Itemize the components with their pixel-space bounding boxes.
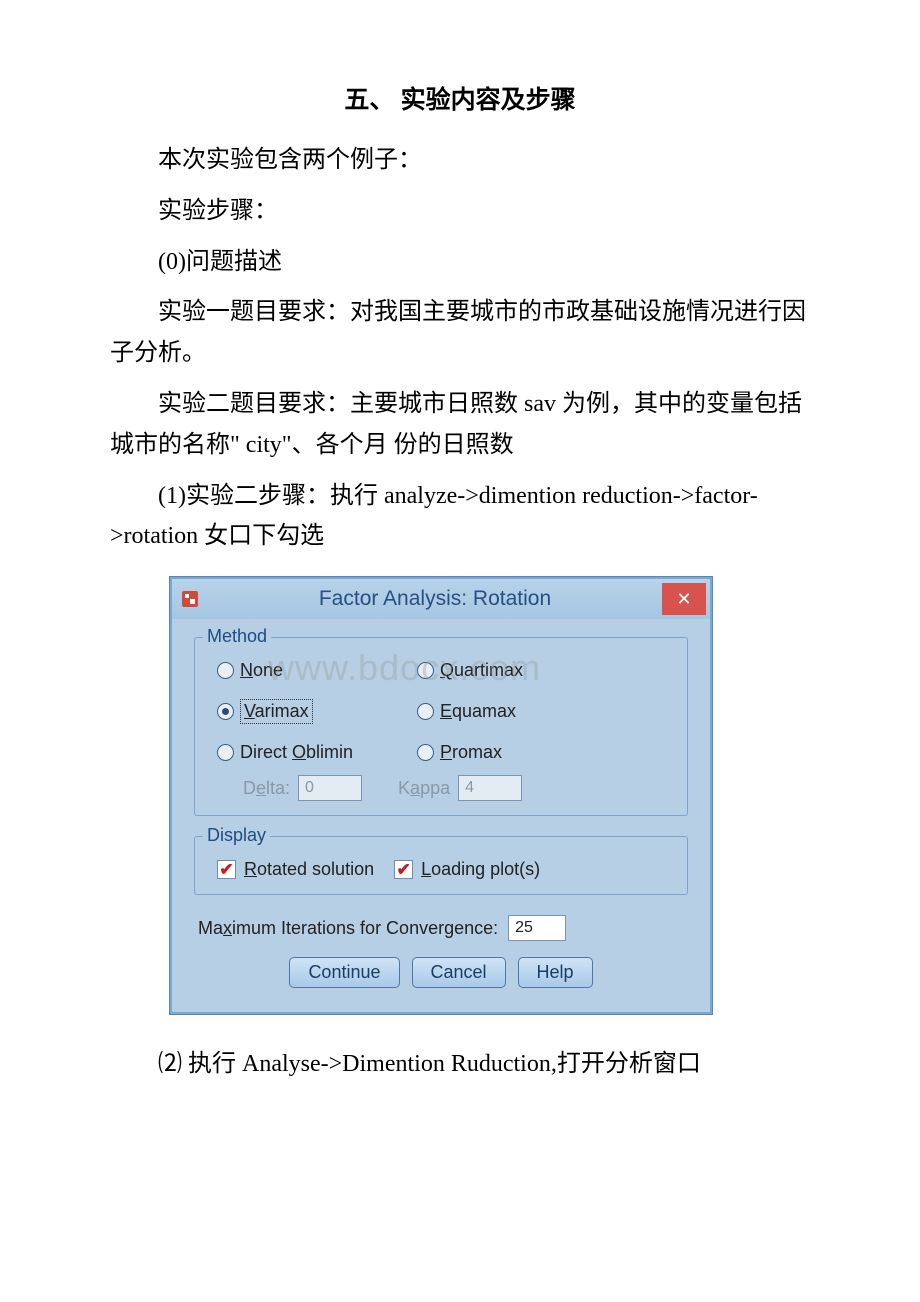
checkbox-label: Rotated solution (244, 859, 374, 880)
radio-direct-oblimin[interactable]: Direct Oblimin (217, 742, 417, 763)
maxiter-label: Maximum Iterations for Convergence: (198, 918, 498, 939)
close-icon: ✕ (676, 589, 691, 610)
cancel-button[interactable]: Cancel (412, 957, 506, 988)
paragraph: 实验二题目要求：主要城市日照数 sav 为例，其中的变量包括城市的名称" cit… (110, 384, 810, 466)
paragraph: ⑵ 执行 Analyse->Dimention Ruduction,打开分析窗口 (110, 1044, 810, 1085)
radio-icon (417, 662, 434, 679)
paragraph: 实验一题目要求：对我国主要城市的市政基础设施情况进行因子分析。 (110, 292, 810, 374)
paragraph: 实验步骤： (110, 191, 810, 232)
radio-label: Direct Oblimin (240, 742, 353, 763)
radio-icon (417, 744, 434, 761)
radio-label: Equamax (440, 701, 516, 722)
paragraph: (1)实验二步骤：执行 analyze->dimention reduction… (110, 476, 810, 558)
radio-icon (217, 703, 234, 720)
radio-varimax[interactable]: Varimax (217, 699, 417, 724)
paragraph: 本次实验包含两个例子： (110, 140, 810, 181)
checkbox-loading[interactable]: ✔ (394, 860, 413, 879)
checkbox-rotated[interactable]: ✔ (217, 860, 236, 879)
dialog-titlebar: Factor Analysis: Rotation ✕ (172, 579, 710, 619)
maxiter-input[interactable]: 25 (508, 915, 566, 941)
check-icon: ✔ (396, 861, 410, 878)
help-button[interactable]: Help (518, 957, 593, 988)
radio-label: Promax (440, 742, 502, 763)
radio-icon (217, 662, 234, 679)
radio-none[interactable]: None (217, 660, 417, 681)
radio-quartimax[interactable]: Quartimax (417, 660, 617, 681)
radio-icon (417, 703, 434, 720)
check-icon: ✔ (219, 861, 233, 878)
delta-label: Delta: (243, 778, 290, 799)
radio-label: Varimax (240, 699, 313, 724)
dialog-title: Factor Analysis: Rotation (208, 587, 662, 611)
display-fieldset: Display ✔ Rotated solution ✔ Loading plo… (194, 836, 688, 895)
continue-button[interactable]: Continue (289, 957, 399, 988)
radio-label: Quartimax (440, 660, 523, 681)
kappa-label: Kappa (398, 778, 450, 799)
section-title: 五、 实验内容及步骤 (110, 80, 810, 116)
radio-icon (217, 744, 234, 761)
method-fieldset: Method None Quartimax Varimax (194, 637, 688, 816)
method-legend: Method (203, 626, 271, 647)
delta-input[interactable]: 0 (298, 775, 362, 801)
radio-equamax[interactable]: Equamax (417, 699, 617, 724)
paragraph: (0)问题描述 (110, 242, 810, 283)
rotation-dialog: Factor Analysis: Rotation ✕ www.bdocx.co… (170, 577, 712, 1014)
checkbox-label: Loading plot(s) (421, 859, 540, 880)
close-button[interactable]: ✕ (662, 583, 706, 615)
radio-label: None (240, 660, 283, 681)
display-legend: Display (203, 825, 270, 846)
kappa-input[interactable]: 4 (458, 775, 522, 801)
radio-promax[interactable]: Promax (417, 742, 617, 763)
app-icon (172, 589, 208, 609)
